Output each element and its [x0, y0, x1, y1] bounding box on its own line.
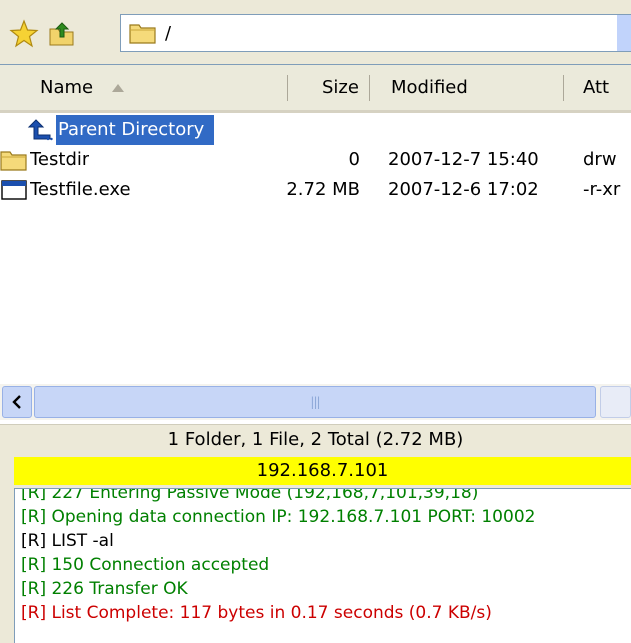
column-separator[interactable]: [369, 75, 370, 101]
log-line: [R] 227 Entering Passive Mode (192,168,7…: [21, 488, 479, 503]
column-header-size[interactable]: Size: [322, 65, 359, 110]
file-attributes: drw: [583, 149, 617, 170]
column-attributes-label: Att: [583, 77, 610, 98]
star-icon: [9, 19, 39, 48]
column-separator[interactable]: [563, 75, 564, 101]
column-header-attributes[interactable]: Att: [583, 65, 631, 110]
column-header-modified[interactable]: Modified: [391, 65, 468, 110]
list-item-testdir[interactable]: Testdir 0 2007-12-7 15:40 drw: [0, 145, 631, 175]
column-header-name[interactable]: Name: [40, 65, 125, 110]
folder-icon: [0, 151, 27, 171]
log-line: [R] 226 Transfer OK: [21, 579, 188, 599]
file-name: Parent Directory: [58, 119, 205, 140]
column-modified-label: Modified: [391, 77, 468, 98]
scroll-left-button[interactable]: [2, 386, 32, 418]
favorites-button[interactable]: [6, 16, 42, 52]
parent-folder-button[interactable]: [44, 16, 80, 52]
column-name-label: Name: [40, 77, 94, 98]
ftp-client-window: / Name Size Modified Att Parent Director…: [0, 0, 631, 643]
list-item-testfile[interactable]: Testfile.exe 2.72 MB 2007-12-6 17:02 -r-…: [0, 175, 631, 205]
address-bar[interactable]: /: [120, 14, 631, 52]
folder-icon: [129, 24, 156, 44]
list-header: Name Size Modified Att: [0, 65, 631, 113]
file-attributes: -r-xr: [583, 179, 621, 200]
chevron-left-icon: [12, 395, 21, 409]
log-line: [R] LIST -al: [21, 531, 114, 551]
file-size: 2.72 MB: [286, 179, 360, 200]
selection-highlight: Parent Directory: [56, 115, 214, 145]
sort-ascending-icon: [111, 84, 124, 92]
log-line: [R] Opening data connection IP: 192.168.…: [21, 507, 536, 527]
executable-file-icon: [1, 180, 27, 200]
folder-up-icon: [49, 22, 74, 46]
horizontal-scrollbar[interactable]: |||: [0, 384, 631, 420]
file-modified: 2007-12-6 17:02: [388, 179, 539, 200]
file-size: 0: [348, 149, 360, 170]
column-separator[interactable]: [287, 75, 288, 101]
address-path: /: [165, 22, 172, 44]
parent-directory-icon: [27, 119, 53, 141]
status-bar: 1 Folder, 1 File, 2 Total (2.72 MB): [0, 424, 631, 457]
file-list: Name Size Modified Att Parent Directory …: [0, 64, 631, 425]
file-name: Testfile.exe: [30, 179, 131, 200]
log-line: [R] 150 Connection accepted: [21, 555, 270, 575]
host-address-bar: 192.168.7.101: [14, 457, 631, 485]
scrollbar-thumb[interactable]: |||: [34, 386, 596, 418]
log-line: [R] List Complete: 117 bytes in 0.17 sec…: [21, 603, 492, 623]
scroll-right-button[interactable]: [600, 386, 631, 418]
file-modified: 2007-12-7 15:40: [388, 149, 539, 170]
list-item-parent-directory[interactable]: Parent Directory: [0, 115, 631, 145]
column-size-label: Size: [322, 77, 359, 98]
file-name: Testdir: [30, 149, 90, 170]
scrollbar-grip: |||: [310, 395, 320, 409]
toolbar: /: [0, 10, 631, 64]
connection-log[interactable]: [R] 227 Entering Passive Mode (192,168,7…: [14, 488, 631, 643]
address-dropdown-button[interactable]: [617, 15, 631, 51]
